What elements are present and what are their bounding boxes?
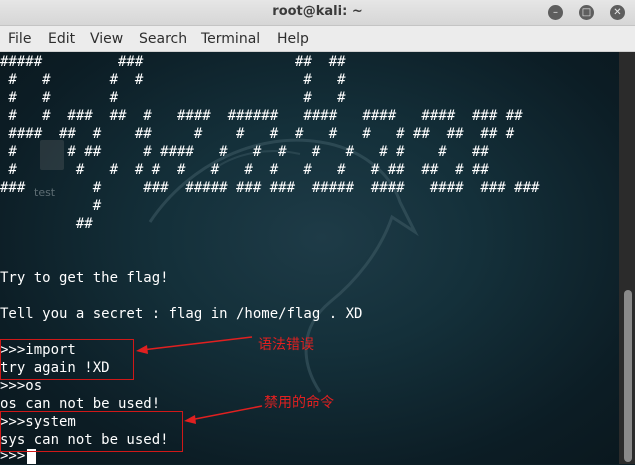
banner-line-8: ### # ### ##### ### ### ##### #### #### …	[0, 180, 540, 196]
menu-terminal[interactable]: Terminal	[201, 31, 260, 47]
banner-line-4: # # ### ## # #### ###### #### #### #### …	[0, 108, 523, 124]
menu-file[interactable]: File	[8, 31, 31, 47]
window-title: root@kali: ~	[272, 4, 363, 19]
scrollbar-thumb[interactable]	[624, 290, 632, 462]
output-secret: Tell you a secret : flag in /home/flag .…	[0, 306, 363, 322]
menu-bar: File Edit View Search Terminal Help	[0, 26, 635, 52]
menu-help[interactable]: Help	[277, 31, 309, 47]
window-titlebar: root@kali: ~ – □ ✕	[0, 0, 635, 26]
annotation-banned-command: 禁用的命令	[264, 395, 334, 411]
minimize-icon[interactable]: –	[548, 5, 563, 20]
banner-line-6: # # ## # #### # # # # # # # # ##	[0, 144, 489, 160]
banner-line-9: #	[0, 198, 102, 214]
menu-search[interactable]: Search	[139, 31, 187, 47]
annotation-syntax-error: 语法错误	[258, 337, 314, 353]
banner-line-7: # # # # # # # # # # # # ## ## # ##	[0, 162, 489, 178]
banner-line-2: # # # # # #	[0, 72, 346, 88]
banner-line-5: #### ## # ## # # # # # # # ## ## ## #	[0, 126, 515, 142]
banner-line-1: ##### ### ## ##	[0, 54, 346, 70]
maximize-icon[interactable]: □	[579, 5, 594, 20]
menu-view[interactable]: View	[90, 31, 123, 47]
banner-line-3: # # # # #	[0, 90, 346, 106]
output-try-flag: Try to get the flag!	[0, 270, 169, 286]
highlight-box-import	[0, 339, 134, 380]
menu-edit[interactable]: Edit	[48, 31, 75, 47]
highlight-box-system	[0, 411, 183, 452]
banner-line-10: ##	[0, 216, 93, 232]
close-icon[interactable]: ✕	[610, 5, 625, 20]
